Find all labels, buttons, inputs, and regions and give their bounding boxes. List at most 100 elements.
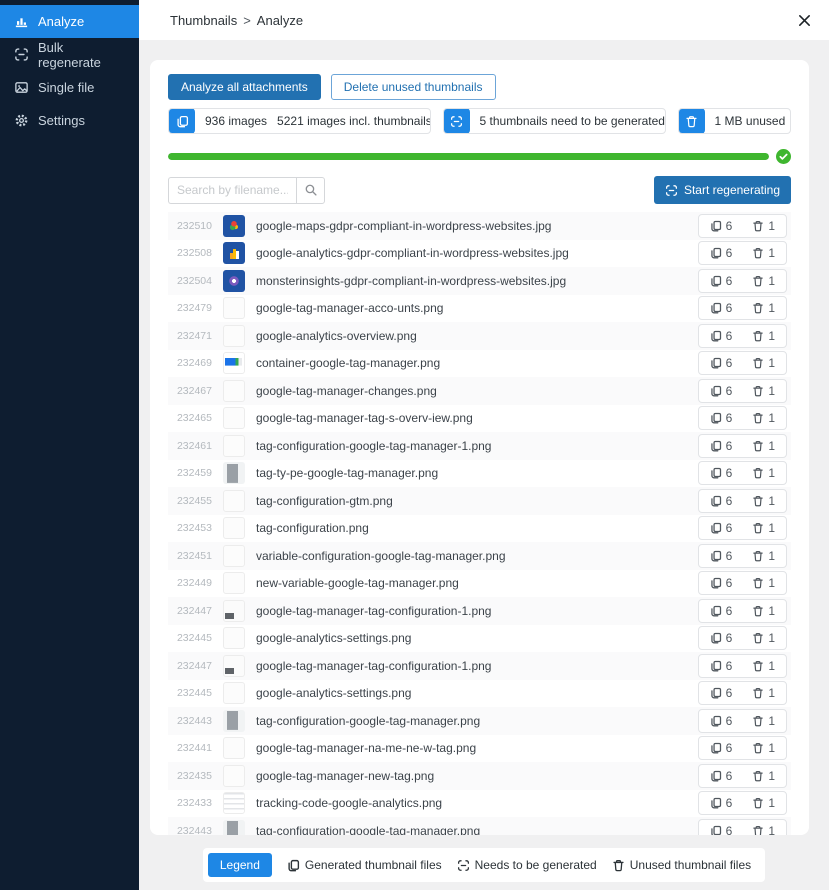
table-row[interactable]: 232441 google-tag-manager-na-me-ne-w-tag… [168, 735, 791, 763]
search-button[interactable] [296, 177, 325, 204]
unused-count-badge: 1 [752, 246, 775, 260]
copy-icon [710, 605, 722, 617]
breadcrumb-section[interactable]: Thumbnails [170, 13, 237, 28]
search-input[interactable] [168, 177, 296, 204]
regenerate-icon [457, 859, 470, 872]
sidebar-item-bulk-regenerate[interactable]: Bulk regenerate [0, 38, 139, 71]
legend-item-label: Unused thumbnail files [630, 858, 751, 872]
table-row[interactable]: 232453 tag-configuration.png 6 1 [168, 515, 791, 543]
sidebar-item-label: Settings [38, 113, 85, 128]
generated-count: 6 [726, 576, 733, 590]
generated-count: 6 [726, 659, 733, 673]
generated-count: 6 [726, 769, 733, 783]
row-thumbnail [223, 682, 245, 704]
table-row[interactable]: 232433 tracking-code-google-analytics.pn… [168, 790, 791, 818]
table-row[interactable]: 232469 container-google-tag-manager.png … [168, 350, 791, 378]
chart-icon [14, 14, 29, 29]
copy-icon [710, 385, 722, 397]
table-row[interactable]: 232451 variable-configuration-google-tag… [168, 542, 791, 570]
top-header: Thumbnails>Analyze [139, 0, 829, 40]
row-id: 232433 [170, 797, 212, 809]
table-row[interactable]: 232443 tag-configuration-google-tag-mana… [168, 817, 791, 835]
unused-count-badge: 1 [752, 411, 775, 425]
table-row[interactable]: 232449 new-variable-google-tag-manager.p… [168, 570, 791, 598]
generated-count: 6 [726, 796, 733, 810]
trash-icon [752, 275, 764, 287]
row-filename: google-analytics-settings.png [256, 631, 411, 645]
generated-count-badge: 6 [710, 439, 733, 453]
table-row[interactable]: 232465 google-tag-manager-tag-s-overv-ie… [168, 405, 791, 433]
table-row[interactable]: 232467 google-tag-manager-changes.png 6 … [168, 377, 791, 405]
copy-icon [710, 550, 722, 562]
table-row[interactable]: 232471 google-analytics-overview.png 6 1 [168, 322, 791, 350]
table-row[interactable]: 232510 google-maps-gdpr-compliant-in-wor… [168, 212, 791, 240]
trash-icon [752, 412, 764, 424]
row-filename: container-google-tag-manager.png [256, 356, 440, 370]
table-row[interactable]: 232461 tag-configuration-google-tag-mana… [168, 432, 791, 460]
analyze-all-button[interactable]: Analyze all attachments [168, 74, 321, 100]
row-id: 232443 [170, 715, 212, 727]
row-thumbnail [223, 517, 245, 539]
table-row[interactable]: 232445 google-analytics-settings.png 6 1 [168, 625, 791, 653]
generated-count-badge: 6 [710, 329, 733, 343]
start-regenerating-label: Start regenerating [684, 183, 780, 197]
unused-count: 1 [768, 466, 775, 480]
table-row[interactable]: 232443 tag-configuration-google-tag-mana… [168, 707, 791, 735]
delete-unused-button[interactable]: Delete unused thumbnails [331, 74, 496, 100]
trash-icon [752, 440, 764, 452]
trash-icon [752, 605, 764, 617]
copy-icon [710, 687, 722, 699]
generated-count-badge: 6 [710, 631, 733, 645]
unused-count: 1 [768, 521, 775, 535]
table-row[interactable]: 232479 google-tag-manager-acco-unts.png … [168, 295, 791, 323]
unused-count: 1 [768, 301, 775, 315]
sidebar-item-label: Analyze [38, 14, 84, 29]
copy-icon [710, 330, 722, 342]
legend: Legend Generated thumbnail files Needs t… [203, 848, 765, 882]
unused-count-badge: 1 [752, 686, 775, 700]
row-thumbnail-counts: 6 1 [698, 489, 787, 513]
row-id: 232451 [170, 550, 212, 562]
row-filename: google-maps-gdpr-compliant-in-wordpress-… [256, 219, 551, 233]
regenerate-icon [444, 108, 470, 134]
row-thumbnail [223, 435, 245, 457]
copy-icon [710, 660, 722, 672]
row-id: 232449 [170, 577, 212, 589]
unused-count: 1 [768, 769, 775, 783]
table-row[interactable]: 232508 google-analytics-gdpr-compliant-i… [168, 240, 791, 268]
row-id: 232471 [170, 330, 212, 342]
sidebar-item-settings[interactable]: Settings [0, 104, 139, 137]
row-filename: variable-configuration-google-tag-manage… [256, 549, 506, 563]
row-thumbnail [223, 407, 245, 429]
start-regenerating-button[interactable]: Start regenerating [654, 176, 791, 204]
stats-row: 936 images 5221 images incl. thumbnails … [168, 108, 791, 134]
row-thumbnail-counts: 6 1 [698, 241, 787, 265]
generated-count: 6 [726, 824, 733, 835]
check-circle-icon [776, 149, 791, 164]
legend-item-needs-generation: Needs to be generated [457, 858, 597, 872]
copy-icon [710, 797, 722, 809]
sidebar-item-analyze[interactable]: Analyze [0, 5, 139, 38]
generated-count-badge: 6 [710, 824, 733, 835]
table-row[interactable]: 232445 google-analytics-settings.png 6 1 [168, 680, 791, 708]
row-thumbnail [223, 297, 245, 319]
table-row[interactable]: 232504 monsterinsights-gdpr-compliant-in… [168, 267, 791, 295]
unused-count: 1 [768, 824, 775, 835]
copy-icon [710, 742, 722, 754]
table-row[interactable]: 232447 google-tag-manager-tag-configurat… [168, 652, 791, 680]
table-row[interactable]: 232455 tag-configuration-gtm.png 6 1 [168, 487, 791, 515]
close-icon[interactable] [793, 9, 815, 31]
unused-count-badge: 1 [752, 604, 775, 618]
table-row[interactable]: 232459 tag-ty-pe-google-tag-manager.png … [168, 460, 791, 488]
search-icon [304, 183, 318, 197]
unused-count-badge: 1 [752, 714, 775, 728]
sidebar-item-single-file[interactable]: Single file [0, 71, 139, 104]
unused-count: 1 [768, 246, 775, 260]
copy-icon [710, 220, 722, 232]
legend-button[interactable]: Legend [208, 853, 272, 877]
table-row[interactable]: 232447 google-tag-manager-tag-configurat… [168, 597, 791, 625]
row-thumbnail-counts: 6 1 [698, 214, 787, 238]
trash-icon [752, 660, 764, 672]
copy-icon [710, 577, 722, 589]
table-row[interactable]: 232435 google-tag-manager-new-tag.png 6 … [168, 762, 791, 790]
